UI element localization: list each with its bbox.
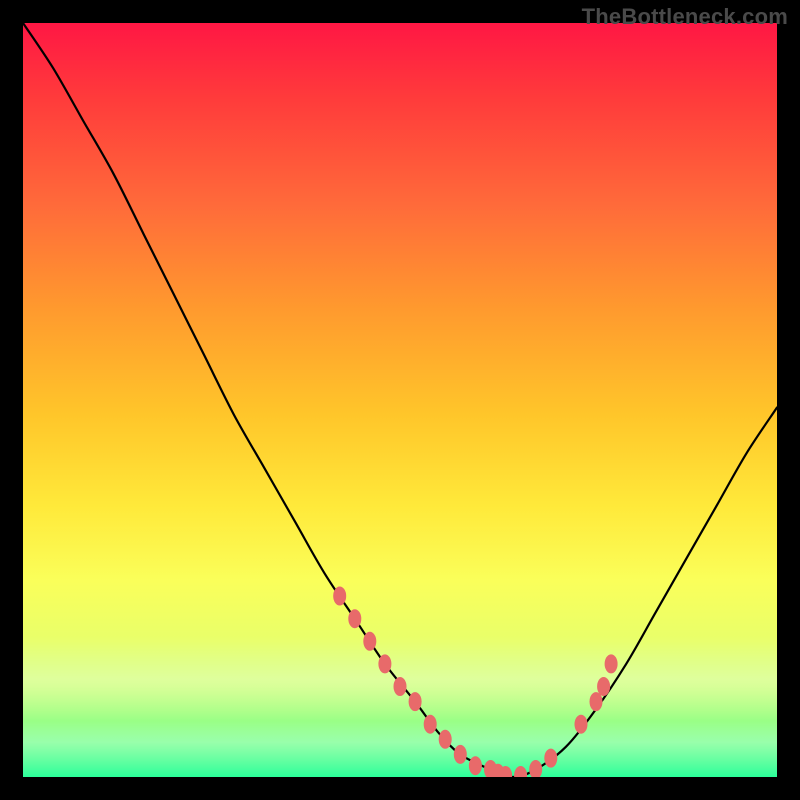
highlight-marker	[333, 587, 346, 606]
highlight-marker	[469, 756, 482, 775]
highlight-marker	[544, 749, 557, 768]
highlight-marker	[605, 654, 618, 673]
highlight-marker	[378, 654, 391, 673]
highlight-marker	[514, 766, 527, 777]
highlight-marker	[575, 715, 588, 734]
highlight-marker	[590, 692, 603, 711]
chart-frame: TheBottleneck.com	[0, 0, 800, 800]
highlight-marker	[529, 760, 542, 777]
highlight-marker	[439, 730, 452, 749]
highlight-marker	[363, 632, 376, 651]
watermark-label: TheBottleneck.com	[582, 4, 788, 30]
highlight-marker	[424, 715, 437, 734]
curve-svg	[23, 23, 777, 777]
highlight-marker	[394, 677, 407, 696]
highlight-marker	[348, 609, 361, 628]
bottleneck-curve	[23, 23, 777, 777]
plot-area	[23, 23, 777, 777]
highlight-marker	[597, 677, 610, 696]
highlight-markers	[333, 587, 617, 778]
highlight-marker	[454, 745, 467, 764]
highlight-marker	[409, 692, 422, 711]
